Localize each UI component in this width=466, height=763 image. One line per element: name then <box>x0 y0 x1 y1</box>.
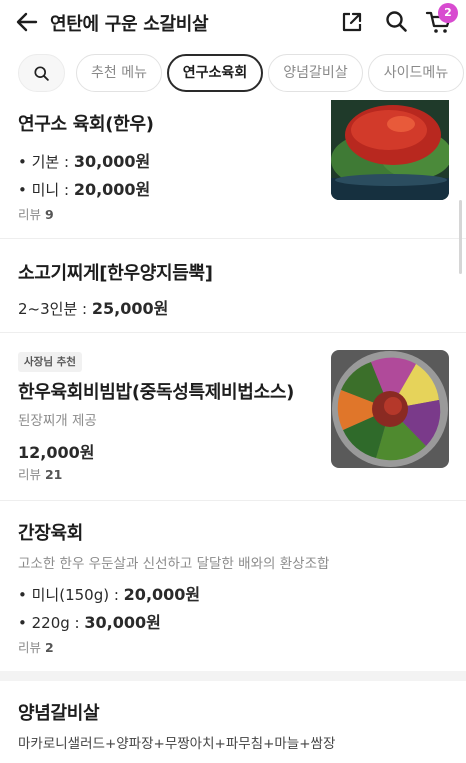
menu-item-name: 연구소 육회(한우) <box>18 114 154 135</box>
chip-side-menu[interactable]: 사이드메뉴 <box>368 54 464 92</box>
category-chips: 추천 메뉴 연구소육회 양념갈비살 사이드메뉴 <box>0 54 466 94</box>
menu-item[interactable]: 소고기찌게[한우양지듬뿍] 2~3인분 : 25,000원 <box>0 239 466 333</box>
menu-item-name: 소고기찌게[한우양지듬뿍] <box>18 263 213 284</box>
menu-item-desc: 고소한 한우 우둔살과 신선하고 달달한 배와의 환상조합 <box>18 556 330 572</box>
yukhoe-photo <box>331 100 449 200</box>
review-count: 리뷰 9 <box>18 207 54 222</box>
menu-item[interactable]: 사장님 추천 한우육회비빔밥(중독성특제비법소스) 된장찌개 제공 12,000… <box>0 333 466 501</box>
cart-count-badge: 2 <box>438 3 458 23</box>
review-count: 리뷰 21 <box>18 467 63 482</box>
menu-option: • 미니(150g) : 20,000원 <box>18 585 201 604</box>
menu-item-desc: 된장찌개 제공 <box>18 413 97 429</box>
chip-search-button[interactable] <box>18 54 65 92</box>
menu-option: • 미니 : 20,000원 <box>18 180 151 199</box>
scrollbar[interactable] <box>459 200 462 274</box>
chip-marinated-galbi[interactable]: 양념갈비살 <box>268 54 363 92</box>
menu-option: • 220g : 30,000원 <box>18 613 161 632</box>
menu-option: • 기본 : 30,000원 <box>18 152 151 171</box>
app-bar: 연탄에 구운 소갈비살 2 <box>0 0 466 44</box>
bibimbap-photo <box>331 350 449 468</box>
search-icon[interactable] <box>384 9 408 33</box>
menu-item[interactable]: 양념갈비살 마카로니샐러드+양파장+무짱아치+파무침+마늘+쌈장 <box>0 681 466 763</box>
back-arrow-icon[interactable] <box>14 10 40 34</box>
menu-item[interactable]: 연구소 육회(한우) • 기본 : 30,000원 • 미니 : 20,000원… <box>0 100 466 239</box>
chip-recommended[interactable]: 추천 메뉴 <box>76 54 162 92</box>
menu-item-name: 한우육회비빔밥(중독성특제비법소스) <box>18 382 295 403</box>
search-icon <box>34 66 49 81</box>
menu-item-name: 양념갈비살 <box>18 703 100 724</box>
page-title: 연탄에 구운 소갈비살 <box>50 14 209 35</box>
menu-item-desc: 마카로니샐러드+양파장+무짱아치+파무침+마늘+쌈장 <box>18 736 336 752</box>
section-divider <box>0 671 466 681</box>
menu-item[interactable]: 간장육회 고소한 한우 우둔살과 신선하고 달달한 배와의 환상조합 • 미니(… <box>0 501 466 671</box>
owner-recommend-badge: 사장님 추천 <box>18 352 82 372</box>
menu-item-name: 간장육회 <box>18 523 84 544</box>
share-icon[interactable] <box>341 11 363 33</box>
chip-yukhoe-lab[interactable]: 연구소육회 <box>167 54 263 92</box>
menu-price: 12,000원 <box>18 443 95 462</box>
menu-option: 2~3인분 : 25,000원 <box>18 299 169 318</box>
review-count: 리뷰 2 <box>18 640 54 655</box>
